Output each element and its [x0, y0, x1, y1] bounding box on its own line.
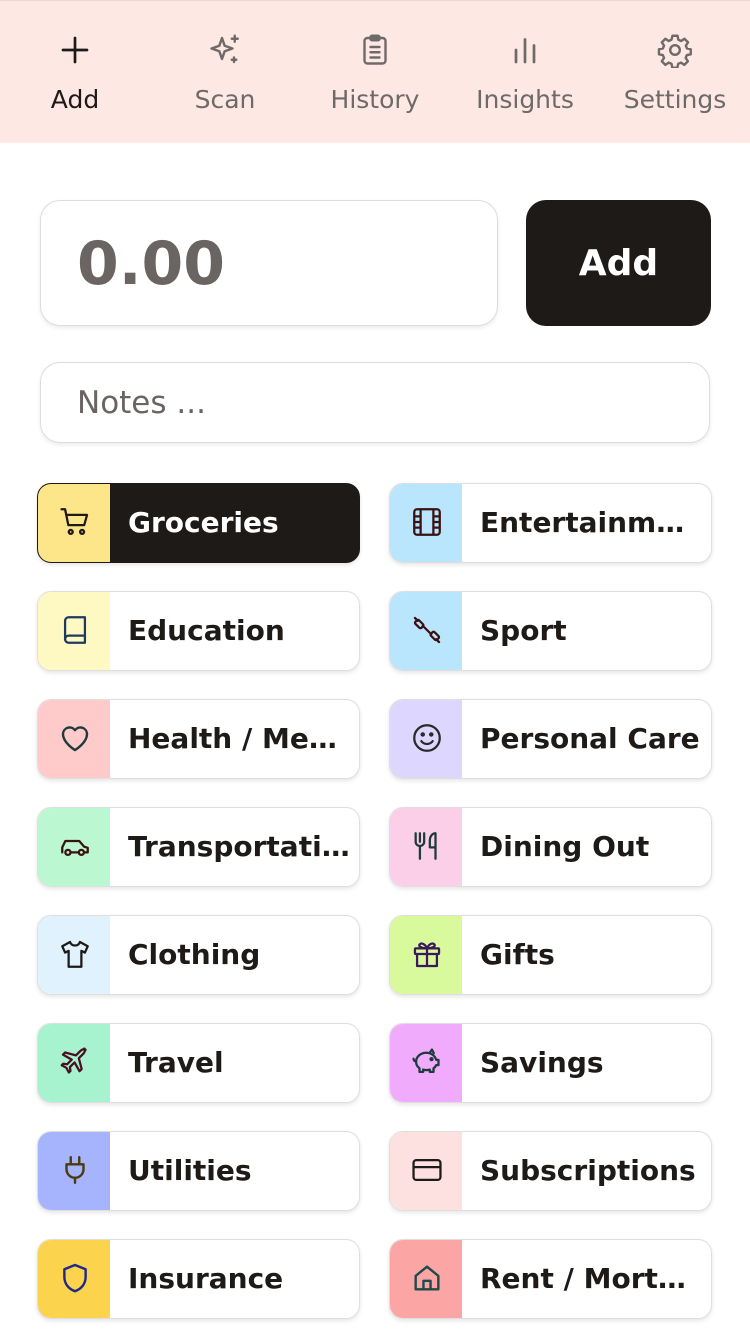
- nav-item-add[interactable]: Add: [0, 1, 150, 144]
- heart-icon: [61, 726, 89, 752]
- category-insurance[interactable]: Insurance: [37, 1239, 360, 1319]
- category-swatch: [390, 592, 462, 670]
- category-swatch: [38, 1024, 110, 1102]
- category-label: Health / Medical: [128, 722, 351, 755]
- nav-item-scan[interactable]: Scan: [150, 1, 300, 144]
- category-travel[interactable]: Travel: [37, 1023, 360, 1103]
- category-clothing[interactable]: Clothing: [37, 915, 360, 995]
- category-label: Entertainment: [480, 506, 703, 539]
- category-swatch: [390, 916, 462, 994]
- nav-item-settings[interactable]: Settings: [600, 1, 750, 144]
- cart-icon: [60, 508, 89, 536]
- shirt-icon: [61, 940, 89, 968]
- category-swatch: [390, 1240, 462, 1318]
- add-button[interactable]: Add: [526, 200, 711, 326]
- category-swatch: [390, 1132, 462, 1210]
- category-dining-out[interactable]: Dining Out: [389, 807, 712, 887]
- category-sport[interactable]: Sport: [389, 591, 712, 671]
- category-label: Education: [128, 614, 285, 647]
- gear-icon: [657, 34, 692, 68]
- nav-label-history: History: [330, 85, 420, 114]
- dumbbell-icon: [413, 616, 441, 644]
- category-label: Travel: [128, 1046, 224, 1079]
- sparkles-icon: [210, 34, 239, 64]
- category-personal-care[interactable]: Personal Care: [389, 699, 712, 779]
- category-utilities[interactable]: Utilities: [37, 1131, 360, 1211]
- category-savings[interactable]: Savings: [389, 1023, 712, 1103]
- category-label: Savings: [480, 1046, 604, 1079]
- notes-field[interactable]: [40, 362, 710, 443]
- nav-item-insights[interactable]: Insights: [450, 1, 600, 144]
- category-label: Personal Care: [480, 722, 700, 755]
- piggy-bank-icon: [412, 1048, 440, 1074]
- category-entertainment[interactable]: Entertainment: [389, 483, 712, 563]
- top-nav: Add Scan History Insights Settings: [0, 0, 750, 143]
- amount-field[interactable]: [40, 200, 498, 326]
- utensils-icon: [414, 832, 437, 860]
- category-label: Subscriptions: [480, 1154, 696, 1187]
- smile-icon: [413, 724, 441, 752]
- clipboard-icon: [363, 34, 387, 65]
- category-label: Sport: [480, 614, 567, 647]
- plug-icon: [65, 1156, 85, 1184]
- category-label: Insurance: [128, 1262, 284, 1295]
- category-label: Groceries: [128, 506, 279, 539]
- plane-icon: [60, 1047, 87, 1074]
- category-rent-mortgage[interactable]: Rent / Mortgage: [389, 1239, 712, 1319]
- category-groceries[interactable]: Groceries: [37, 483, 360, 563]
- category-label: Gifts: [480, 938, 555, 971]
- credit-card-icon: [412, 1158, 442, 1182]
- nav-item-history[interactable]: History: [300, 1, 450, 144]
- book-icon: [63, 616, 87, 644]
- category-label: Transportation: [128, 830, 351, 863]
- plus-icon: [61, 36, 89, 64]
- category-swatch: [38, 484, 110, 562]
- shield-icon: [63, 1263, 87, 1293]
- nav-label-insights: Insights: [476, 85, 574, 114]
- category-education[interactable]: Education: [37, 591, 360, 671]
- category-label: Clothing: [128, 938, 261, 971]
- category-gifts[interactable]: Gifts: [389, 915, 712, 995]
- category-swatch: [38, 1240, 110, 1318]
- category-label: Utilities: [128, 1154, 252, 1187]
- category-swatch: [38, 916, 110, 994]
- category-swatch: [38, 808, 110, 886]
- category-health-medical[interactable]: Health / Medical: [37, 699, 360, 779]
- category-swatch: [38, 592, 110, 670]
- category-label: Dining Out: [480, 830, 650, 863]
- category-swatch: [390, 484, 462, 562]
- amount-input[interactable]: [77, 221, 477, 307]
- car-icon: [61, 839, 89, 857]
- nav-label-settings: Settings: [623, 85, 727, 114]
- category-swatch: [38, 1132, 110, 1210]
- category-swatch: [390, 808, 462, 886]
- category-transportation[interactable]: Transportation: [37, 807, 360, 887]
- home-icon: [414, 1265, 440, 1291]
- gift-icon: [413, 942, 441, 968]
- notes-input[interactable]: [77, 377, 677, 429]
- category-swatch: [390, 1024, 462, 1102]
- category-subscriptions[interactable]: Subscriptions: [389, 1131, 712, 1211]
- film-icon: [413, 508, 441, 536]
- nav-label-scan: Scan: [194, 85, 256, 114]
- category-label: Rent / Mortgage: [480, 1262, 703, 1295]
- category-swatch: [390, 700, 462, 778]
- bar-chart-icon: [514, 38, 536, 64]
- nav-label-add: Add: [50, 85, 100, 114]
- category-swatch: [38, 700, 110, 778]
